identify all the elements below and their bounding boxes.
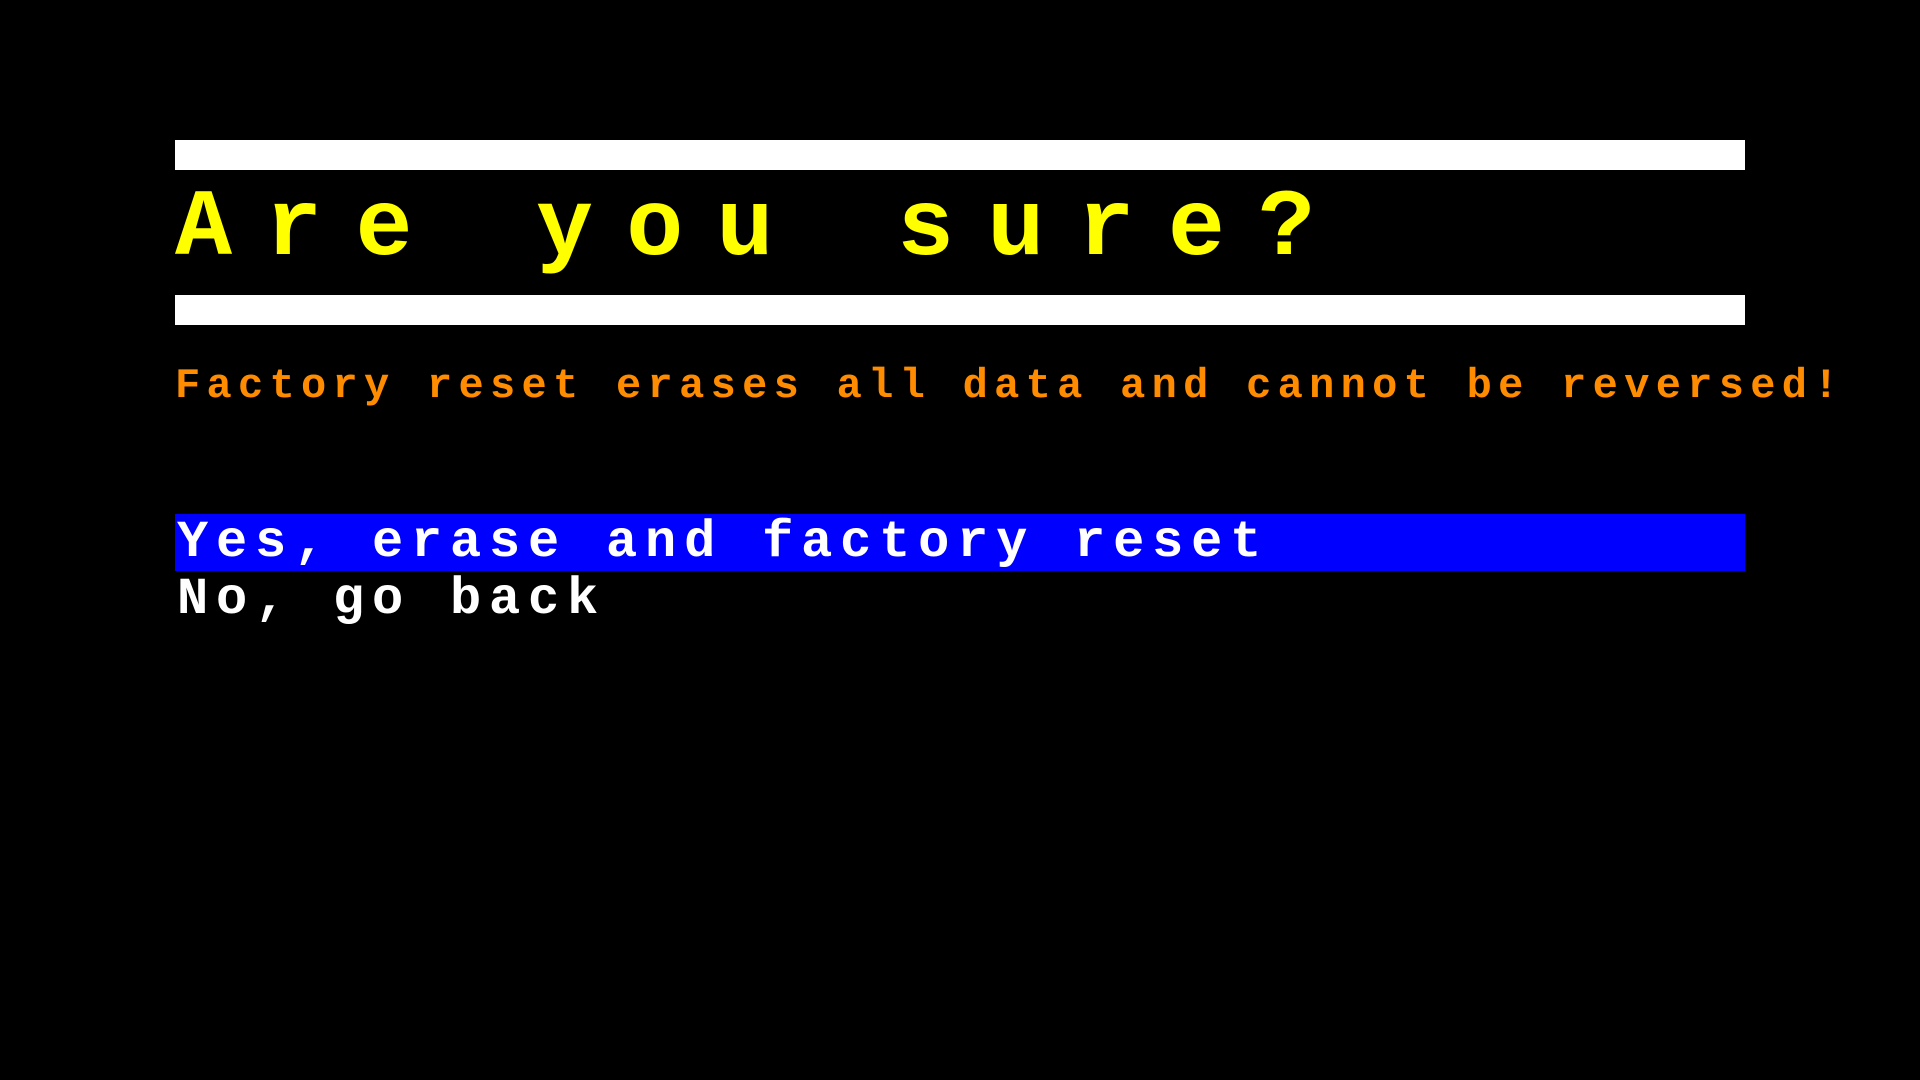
confirmation-dialog: Are you sure? Factory reset erases all d… [0,0,1920,629]
divider-top [175,140,1745,170]
divider-bottom [175,295,1745,325]
warning-text: Factory reset erases all data and cannot… [175,363,1745,409]
menu-item-yes[interactable]: Yes, erase and factory reset [175,514,1745,571]
dialog-title: Are you sure? [175,178,1745,287]
confirmation-menu: Yes, erase and factory reset No, go back [175,514,1745,628]
menu-item-no[interactable]: No, go back [175,571,1745,628]
